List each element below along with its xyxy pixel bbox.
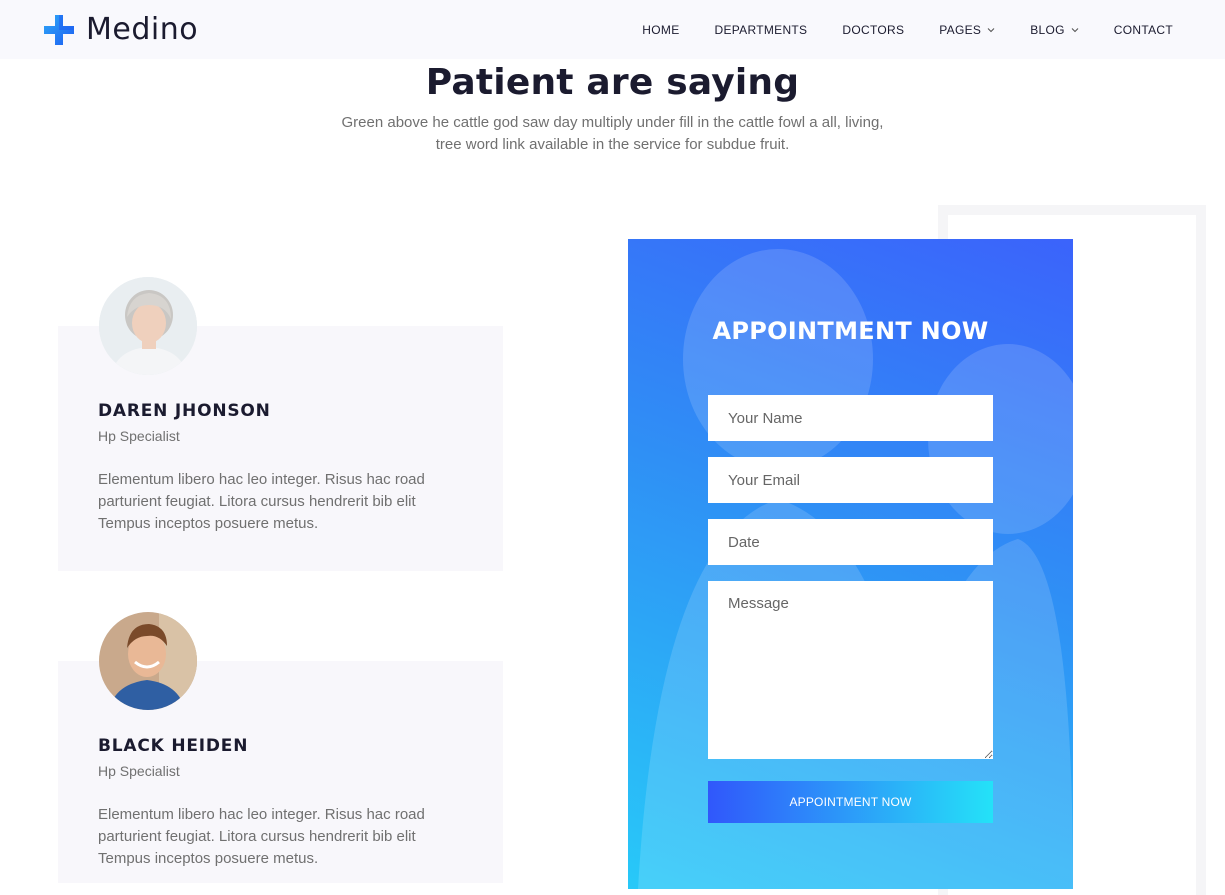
nav-pages-label: PAGES bbox=[939, 22, 982, 37]
testimonial-role: Hp Specialist bbox=[98, 763, 180, 779]
nav-departments-label: DEPARTMENTS bbox=[714, 22, 808, 37]
chevron-down-icon bbox=[1071, 27, 1079, 32]
nav-blog-label: BLOG bbox=[1030, 22, 1065, 37]
appointment-submit-button[interactable]: APPOINTMENT NOW bbox=[708, 781, 993, 823]
section-subtitle: Green above he cattle god saw day multip… bbox=[341, 114, 884, 153]
message-textarea[interactable] bbox=[708, 581, 993, 759]
young-man-portrait-icon bbox=[99, 612, 197, 710]
date-input[interactable] bbox=[708, 519, 993, 565]
testimonial-name: BLACK HEIDEN bbox=[98, 736, 249, 756]
logo-text: Medino bbox=[86, 12, 199, 47]
email-input[interactable] bbox=[708, 457, 993, 503]
nav-pages[interactable]: PAGES bbox=[939, 23, 995, 37]
navbar: Medino HOME DEPARTMENTS DOCTORS PAGES BL… bbox=[0, 0, 1225, 59]
nav-contact[interactable]: CONTACT bbox=[1114, 23, 1173, 37]
name-input[interactable] bbox=[708, 395, 993, 441]
main-nav: HOME DEPARTMENTS DOCTORS PAGES BLOG CONT… bbox=[642, 0, 1173, 59]
avatar bbox=[99, 277, 197, 375]
chevron-down-icon bbox=[987, 27, 995, 32]
elderly-woman-portrait-icon bbox=[99, 277, 197, 375]
avatar bbox=[99, 612, 197, 710]
nav-home[interactable]: HOME bbox=[642, 23, 679, 37]
nav-contact-label: CONTACT bbox=[1113, 22, 1173, 37]
nav-blog[interactable]: BLOG bbox=[1030, 23, 1079, 37]
nav-doctors[interactable]: DOCTORS bbox=[842, 23, 904, 37]
nav-doctors-label: DOCTORS bbox=[842, 22, 905, 37]
medical-cross-logo-icon bbox=[44, 15, 74, 45]
nav-home-label: HOME bbox=[642, 22, 680, 37]
logo[interactable]: Medino bbox=[42, 13, 198, 47]
testimonial-quote: Elementum libero hac leo integer. Risus … bbox=[98, 806, 425, 867]
section-title: Patient are saying bbox=[425, 62, 800, 103]
appointment-title: APPOINTMENT NOW bbox=[712, 317, 989, 345]
testimonial-role: Hp Specialist bbox=[98, 428, 180, 444]
testimonial-name: DAREN JHONSON bbox=[98, 401, 271, 421]
appointment-form: APPOINTMENT NOW APPOINTMENT NOW bbox=[628, 239, 1073, 889]
nav-departments[interactable]: DEPARTMENTS bbox=[715, 23, 808, 37]
testimonial-quote: Elementum libero hac leo integer. Risus … bbox=[98, 471, 425, 532]
